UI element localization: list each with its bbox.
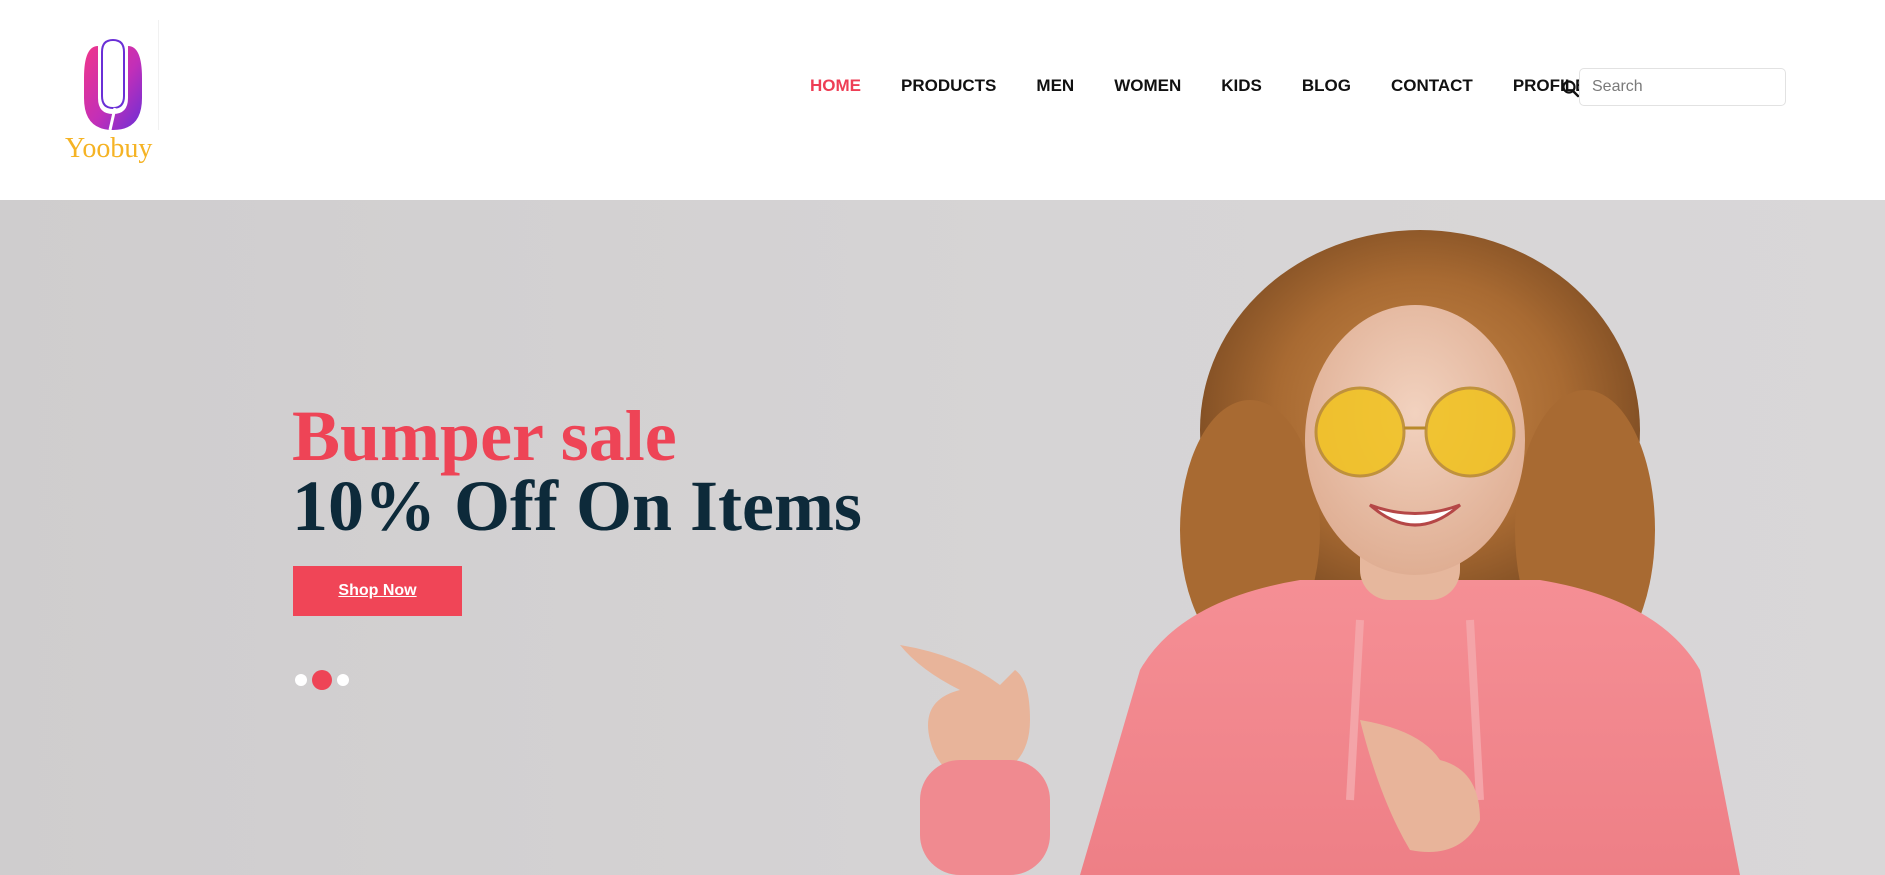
carousel-dot[interactable]	[337, 674, 349, 686]
carousel-dot-active[interactable]	[312, 670, 332, 690]
woman-pointing-photo	[900, 230, 1740, 875]
nav-products[interactable]: PRODUCTS	[901, 76, 996, 96]
nav-contact[interactable]: CONTACT	[1391, 76, 1473, 96]
nav-women[interactable]: WOMEN	[1114, 76, 1181, 96]
nav-kids[interactable]: KIDS	[1221, 76, 1262, 96]
carousel-dot[interactable]	[295, 674, 307, 686]
logo-divider	[158, 20, 159, 130]
carousel-dots	[295, 670, 354, 690]
search-input[interactable]	[1579, 68, 1786, 106]
main-nav: HOME PRODUCTS MEN WOMEN KIDS BLOG CONTAC…	[790, 70, 1598, 102]
u-shaped-gradient-logo-icon	[84, 38, 142, 131]
brand-name: Yoobuy	[65, 133, 153, 164]
search-icon[interactable]	[1561, 79, 1581, 99]
site-header: Yoobuy HOME PRODUCTS MEN WOMEN KIDS BLOG…	[0, 0, 1885, 200]
shop-now-button[interactable]: Shop Now	[293, 566, 462, 616]
nav-men[interactable]: MEN	[1036, 76, 1074, 96]
hero-banner: Bumper sale 10% Off On Items Shop Now	[0, 200, 1885, 875]
hero-subhead: 10% Off On Items	[292, 466, 862, 546]
brand-logo[interactable]: Yoobuy	[62, 20, 162, 170]
hero-headline: Bumper sale	[292, 396, 677, 476]
nav-blog[interactable]: BLOG	[1302, 76, 1351, 96]
nav-home[interactable]: HOME	[810, 76, 861, 96]
